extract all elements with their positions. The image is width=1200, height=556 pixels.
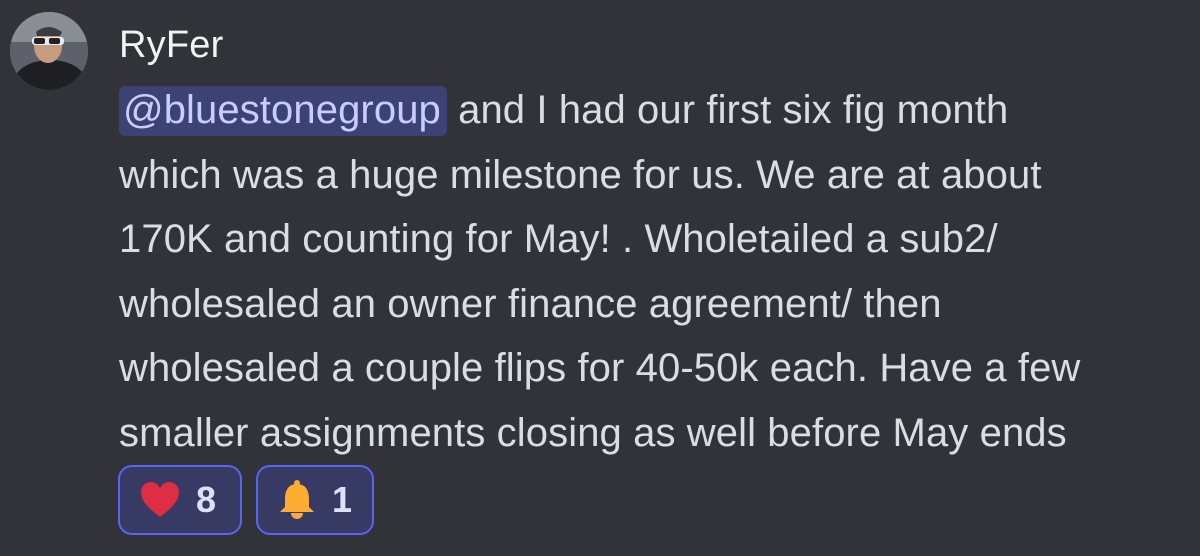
reaction-bell-button[interactable]: 1 — [256, 465, 374, 535]
message-line: wholesaled a couple flips for 40-50k eac… — [119, 346, 1081, 390]
message-line: smaller assignments closing as well befo… — [119, 410, 1067, 455]
message-text: and I had our first six fig month — [446, 88, 1009, 132]
heart-icon — [140, 481, 180, 519]
reaction-count: 8 — [196, 479, 217, 520]
reaction-heart-button[interactable]: 8 — [118, 465, 242, 535]
reactions-bar: 8 1 — [118, 465, 374, 535]
bell-icon — [278, 479, 316, 521]
avatar-photo — [10, 12, 88, 90]
user-avatar[interactable] — [10, 12, 88, 90]
message-line: wholesaled an owner finance agreement/ t… — [119, 281, 942, 326]
chat-message: RyFer @bluestonegroup and I had our firs… — [0, 0, 1200, 556]
message-line: which was a huge milestone for us. We ar… — [119, 152, 1042, 197]
reaction-count: 1 — [332, 479, 353, 520]
username[interactable]: RyFer — [119, 22, 223, 68]
message-content: @bluestonegroup and I had our first six … — [119, 78, 1189, 465]
message-line: 170K and counting for May! . Wholetailed… — [119, 217, 998, 261]
message-line: @bluestonegroup and I had our first six … — [119, 78, 1189, 143]
user-mention[interactable]: @bluestonegroup — [119, 86, 447, 136]
